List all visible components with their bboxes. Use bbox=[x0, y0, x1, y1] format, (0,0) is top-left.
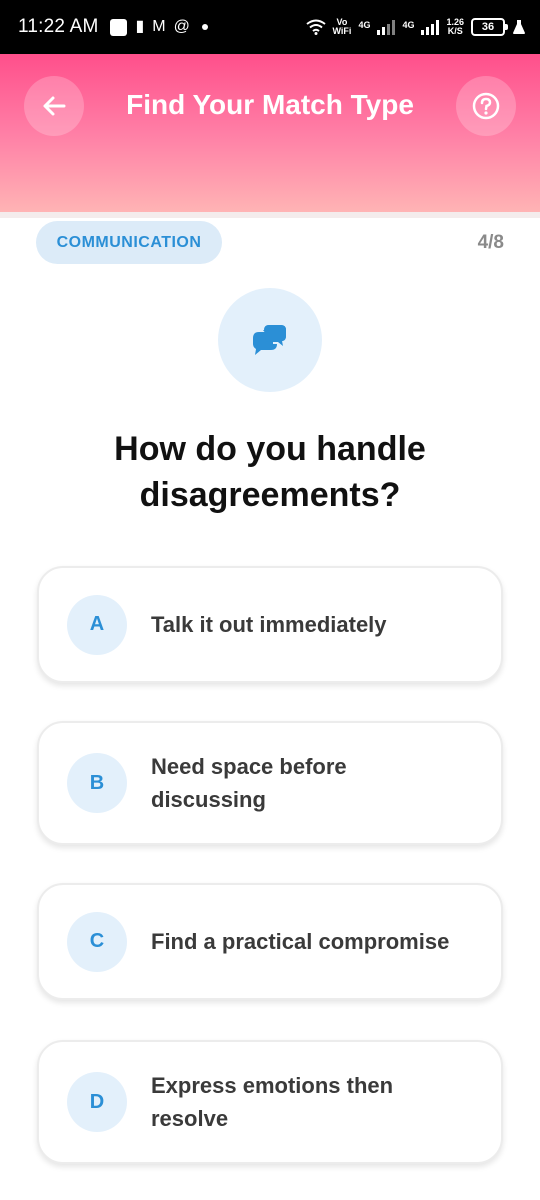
notification-icons: ▮ M @ bbox=[110, 18, 208, 36]
net-speed: 1.26 K/S bbox=[446, 18, 464, 36]
app-header bbox=[0, 54, 540, 214]
question-progress: 4/8 bbox=[477, 232, 504, 253]
status-right: Vo WiFi 4G 4G 1.26 K/S 36 bbox=[305, 18, 526, 36]
option-text: Express emotions then resolve bbox=[151, 1073, 394, 1131]
option-letter: B bbox=[67, 753, 127, 813]
signal-1-label: 4G bbox=[358, 20, 371, 30]
category-label: COMMUNICATION bbox=[56, 233, 202, 251]
option-letter: A bbox=[67, 594, 127, 655]
question-text: How do you handle disagreements? bbox=[114, 430, 426, 514]
wifi-text: WiFi bbox=[332, 26, 352, 36]
answer-option-a[interactable]: A Talk it out immediately bbox=[37, 566, 503, 683]
answer-option-d[interactable]: D Express emotions then resolve bbox=[37, 1040, 503, 1164]
question-icon-badge bbox=[218, 288, 322, 392]
net-speed-unit: K/S bbox=[447, 26, 463, 36]
signal-2-icon bbox=[421, 19, 440, 35]
status-bar: 11:22 AM ▮ M @ Vo WiFi 4G 4G 1.26 K/S 36 bbox=[0, 0, 540, 54]
signal-1-icon bbox=[377, 19, 396, 35]
battery-icon: 36 bbox=[471, 18, 508, 36]
alert-icon bbox=[513, 20, 525, 34]
header-divider bbox=[0, 212, 540, 218]
gmail-icon: M bbox=[152, 18, 166, 35]
help-button[interactable] bbox=[456, 76, 516, 136]
answer-option-c[interactable]: C Find a practical compromise bbox=[37, 883, 503, 1000]
option-text: Talk it out immediately bbox=[151, 612, 387, 637]
vowifi-indicator: Vo WiFi bbox=[333, 18, 352, 36]
signal-2-label: 4G bbox=[402, 20, 415, 30]
threads-icon: @ bbox=[173, 18, 190, 35]
wifi-icon bbox=[305, 19, 326, 35]
more-notifications-dot bbox=[201, 24, 208, 30]
sim-icon: ▮ bbox=[135, 18, 145, 35]
question-circle-icon bbox=[472, 92, 500, 120]
option-letter: C bbox=[67, 911, 127, 972]
notification-square-icon bbox=[110, 18, 128, 36]
answer-option-b[interactable]: B Need space before discussing bbox=[37, 721, 503, 845]
option-text: Need space before discussing bbox=[151, 754, 347, 812]
status-time: 11:22 AM bbox=[18, 16, 99, 37]
option-text: Find a practical compromise bbox=[151, 929, 450, 954]
category-badge: COMMUNICATION bbox=[36, 221, 222, 264]
chat-bubbles-icon bbox=[253, 323, 288, 355]
option-letter: D bbox=[67, 1072, 127, 1132]
battery-level: 36 bbox=[481, 21, 495, 33]
